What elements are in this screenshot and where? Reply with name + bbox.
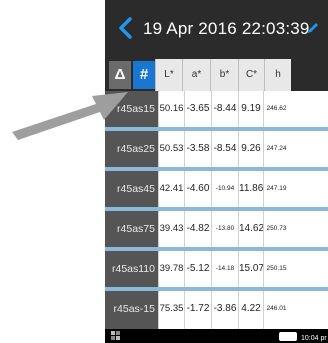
cell-a: -4.82: [184, 211, 211, 247]
status-time: 10:04 pr: [301, 335, 327, 342]
cell-L: 39.43: [158, 211, 184, 247]
cell-L: 42.41: [158, 171, 184, 207]
cell-h: 246.62: [263, 91, 289, 127]
cell-L: 50.16: [158, 91, 184, 127]
cell-C: 9.26: [238, 131, 263, 167]
cell-a: -3.58: [184, 131, 211, 167]
back-arrow-icon[interactable]: [115, 16, 137, 40]
sample-name: r45as75: [105, 211, 158, 247]
cell-h: 246.01: [263, 291, 289, 329]
pencil-icon[interactable]: [305, 20, 321, 36]
cell-b: -8.44: [211, 91, 238, 127]
cell-h: 250.15: [263, 251, 289, 287]
table-row[interactable]: r45as-15 75.35 -1.72 -3.86 4.22 246.01: [105, 291, 328, 329]
cell-a: -5.12: [184, 251, 211, 287]
table-row[interactable]: r45as75 39.43 -4.82 -13.80 14.62 250.73: [105, 211, 328, 251]
sample-name: r45as110: [105, 251, 158, 287]
cell-h: 247.19: [263, 171, 289, 207]
table-row[interactable]: r45as45 42.41 -4.60 -10.94 11.86 247.19: [105, 171, 328, 211]
cell-L: 39.78: [158, 251, 184, 287]
cell-a: -1.72: [184, 291, 211, 329]
column-header-C: C*: [238, 59, 264, 91]
cell-C: 15.07: [238, 251, 263, 287]
status-bar: 10:04 pr: [105, 329, 328, 343]
cell-b: -13.80: [211, 211, 238, 247]
cell-C: 11.86: [238, 171, 263, 207]
gallery-icon: [111, 331, 120, 340]
header-bar: 19 Apr 2016 22:03:39: [105, 0, 328, 56]
cell-L: 75.35: [158, 291, 184, 329]
app-screen: 19 Apr 2016 22:03:39 Δ # L* a* b* C* h r…: [105, 0, 328, 343]
column-header-a: a*: [182, 59, 210, 91]
cell-C: 14.62: [238, 211, 263, 247]
column-header-h: h: [264, 59, 291, 91]
cell-C: 9.19: [238, 91, 263, 127]
cell-b: -3.86: [211, 291, 238, 329]
cell-L: 50.53: [158, 131, 184, 167]
cell-b: -14.18: [211, 251, 238, 287]
cell-a: -4.60: [184, 171, 211, 207]
page-title: 19 Apr 2016 22:03:39: [143, 19, 310, 38]
pointer-arrow-icon: [12, 92, 128, 140]
cell-h: 250.73: [263, 211, 289, 247]
cell-b: -8.54: [211, 131, 238, 167]
cell-a: -3.65: [184, 91, 211, 127]
notification-icon: [279, 332, 297, 341]
sample-name: r45as-15: [105, 291, 158, 329]
table-row[interactable]: r45as110 39.78 -5.12 -14.18 15.07 250.15: [105, 251, 328, 291]
sample-name: r45as45: [105, 171, 158, 207]
cell-b: -10.94: [211, 171, 238, 207]
column-header-b: b*: [210, 59, 238, 91]
cell-h: 247.24: [263, 131, 289, 167]
cell-C: 4.22: [238, 291, 263, 329]
